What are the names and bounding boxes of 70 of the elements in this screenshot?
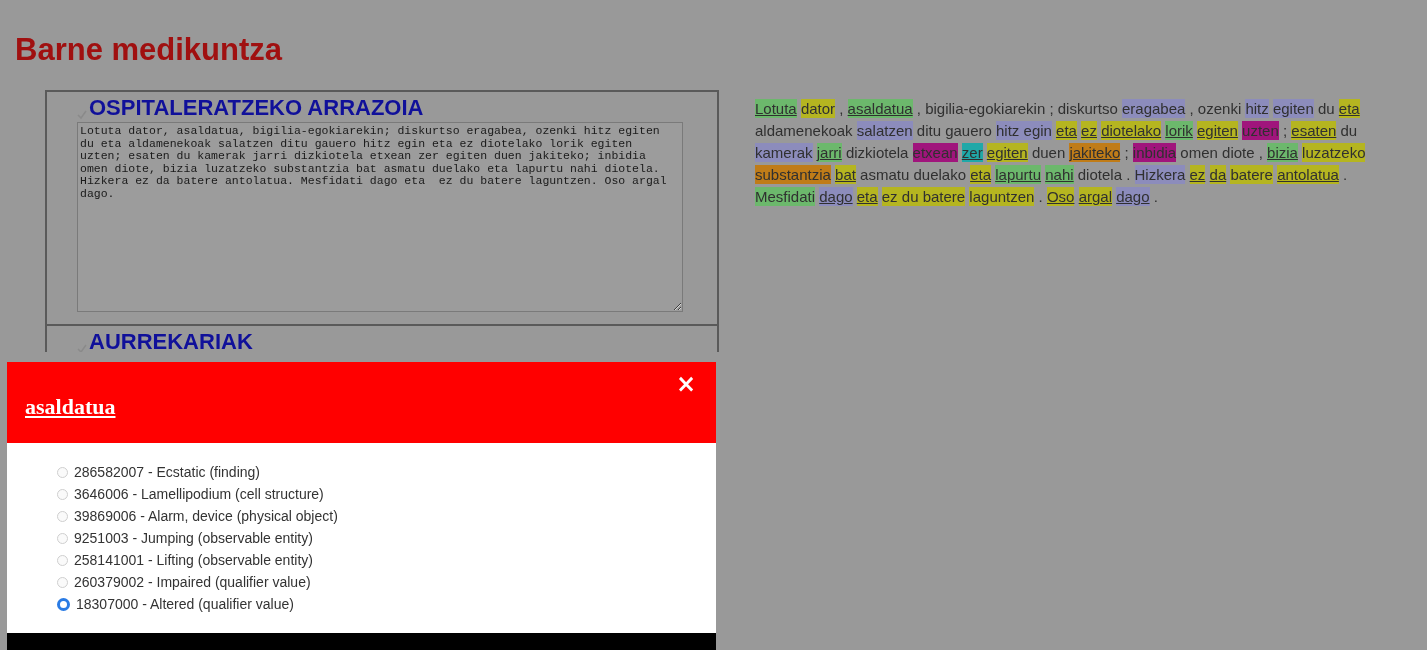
radio-button[interactable] bbox=[57, 597, 70, 611]
page-title: Barne medikuntza bbox=[15, 31, 284, 69]
text-span: , ozenki bbox=[1189, 100, 1242, 117]
text-span: . bbox=[1343, 166, 1348, 183]
highlighted-term[interactable]: eta bbox=[970, 165, 992, 184]
highlighted-term[interactable]: antolatua bbox=[1277, 165, 1339, 184]
option-label[interactable]: 286582007 - Ecstatic (finding) bbox=[74, 464, 260, 480]
option-label[interactable]: 260379002 - Impaired (qualifier value) bbox=[74, 574, 311, 590]
text-span: ; bbox=[1282, 122, 1288, 139]
option-label[interactable]: 3646006 - Lamellipodium (cell structure) bbox=[74, 486, 324, 502]
option-label[interactable]: 9251003 - Jumping (observable entity) bbox=[74, 530, 313, 546]
text-span: dizkiotela bbox=[845, 144, 909, 161]
highlighted-term[interactable]: lorik bbox=[1165, 121, 1193, 140]
highlighted-term[interactable]: zer bbox=[961, 143, 983, 162]
highlighted-term[interactable]: hitz bbox=[1245, 99, 1269, 118]
text-area[interactable]: Lotuta dator, asaldatua, bigilia-egokiarekin; diskurtso eragabea, ozenki hitz egiten du eta aldamenekoak salatzen ditu gauero hitz egin eta ez diotelako lorik egiten uzten; esaten du kamerak jarri dizkiotela etxean zer egiten duen jakiteko; inbidia omen diote, bizia luzatzeko substantzia bat asmatu duelako eta lapurtu nahi diotela. Hizkera ez da batere antolatua. Mesfidati dago eta ez du batere laguntzen. Oso argal dago. bbox=[77, 122, 683, 312]
text-span: diotela . bbox=[1077, 166, 1131, 183]
highlighted-term[interactable]: argal bbox=[1078, 187, 1112, 206]
highlighted-term[interactable]: substantzia bbox=[755, 165, 831, 184]
text-span: . bbox=[1153, 188, 1158, 205]
highlighted-term[interactable]: kamerak bbox=[755, 143, 813, 162]
highlighted-term[interactable]: Oso bbox=[1046, 187, 1075, 206]
highlighted-term[interactable]: egiten bbox=[986, 143, 1028, 162]
highlighted-term[interactable]: salatzen bbox=[856, 121, 913, 140]
text-span: duen bbox=[1031, 144, 1066, 161]
highlighted-term[interactable]: diotelako bbox=[1101, 121, 1162, 140]
text-span: ; bbox=[1124, 144, 1129, 161]
text-span: . bbox=[1038, 188, 1043, 205]
highlighted-term[interactable]: ez bbox=[1189, 165, 1206, 184]
highlighted-term[interactable]: lapurtu bbox=[995, 165, 1042, 184]
highlighted-term[interactable]: eta bbox=[856, 187, 878, 206]
highlighted-term[interactable]: bizia bbox=[1267, 143, 1298, 162]
text-span: du bbox=[1317, 100, 1335, 117]
option-label[interactable]: 39869006 - Alarm, device (physical object) bbox=[74, 508, 338, 524]
option-label[interactable]: 258141001 - Lifting (observable entity) bbox=[74, 552, 313, 568]
highlighted-term[interactable]: bat bbox=[835, 165, 856, 184]
text-span: ditu gauero bbox=[916, 122, 992, 139]
highlighted-term[interactable]: hitz egin bbox=[996, 121, 1052, 140]
close-button[interactable]: × bbox=[671, 370, 700, 398]
highlighted-term[interactable]: Lotuta bbox=[755, 99, 797, 118]
highlighted-term[interactable]: dago bbox=[819, 187, 853, 206]
highlighted-term[interactable]: batere bbox=[1230, 165, 1273, 184]
highlighted-term[interactable]: Hizkera bbox=[1134, 165, 1186, 184]
highlighted-term[interactable]: jarri bbox=[816, 143, 842, 162]
text-span: du bbox=[1340, 122, 1358, 139]
highlighted-term[interactable]: egiten bbox=[1272, 99, 1314, 118]
text-span: aldamenekoak bbox=[755, 122, 853, 139]
highlighted-term[interactable]: eragabea bbox=[1121, 99, 1186, 118]
highlighted-term[interactable]: esaten bbox=[1291, 121, 1337, 140]
highlighted-term[interactable]: egiten bbox=[1197, 121, 1238, 140]
highlighted-term[interactable]: eta bbox=[1338, 99, 1360, 118]
highlighted-term[interactable]: eta bbox=[1056, 121, 1077, 140]
text-span: , bbox=[839, 100, 844, 117]
highlighted-term[interactable]: luzatzeko bbox=[1302, 143, 1366, 162]
highlighted-term[interactable]: asaldatua bbox=[847, 99, 913, 118]
highlighted-term[interactable]: Mesfidati bbox=[755, 187, 816, 206]
highlighted-term[interactable]: nahi bbox=[1045, 165, 1074, 184]
option-label[interactable]: 18307000 - Altered (qualifier value) bbox=[76, 596, 294, 612]
text-span: , bigilia-egokiarekin ; diskurtso bbox=[916, 100, 1118, 117]
highlighted-term[interactable]: jakiteko bbox=[1069, 143, 1121, 162]
section-title: AURREKARIAK bbox=[89, 330, 253, 352]
text-span: asmatu duelako bbox=[860, 166, 966, 183]
highlighted-term[interactable]: ez du batere bbox=[881, 187, 966, 206]
highlighted-term[interactable]: dator bbox=[800, 99, 836, 118]
highlighted-term[interactable]: laguntzen bbox=[969, 187, 1035, 206]
section-title: OSPITALERATZEKO ARRAZOIA bbox=[89, 96, 424, 120]
highlighted-term[interactable]: ez bbox=[1081, 121, 1097, 140]
text-span: omen diote , bbox=[1180, 144, 1263, 161]
highlighted-term[interactable]: dago bbox=[1116, 187, 1150, 206]
dialog-title[interactable]: asaldatua bbox=[25, 393, 116, 420]
